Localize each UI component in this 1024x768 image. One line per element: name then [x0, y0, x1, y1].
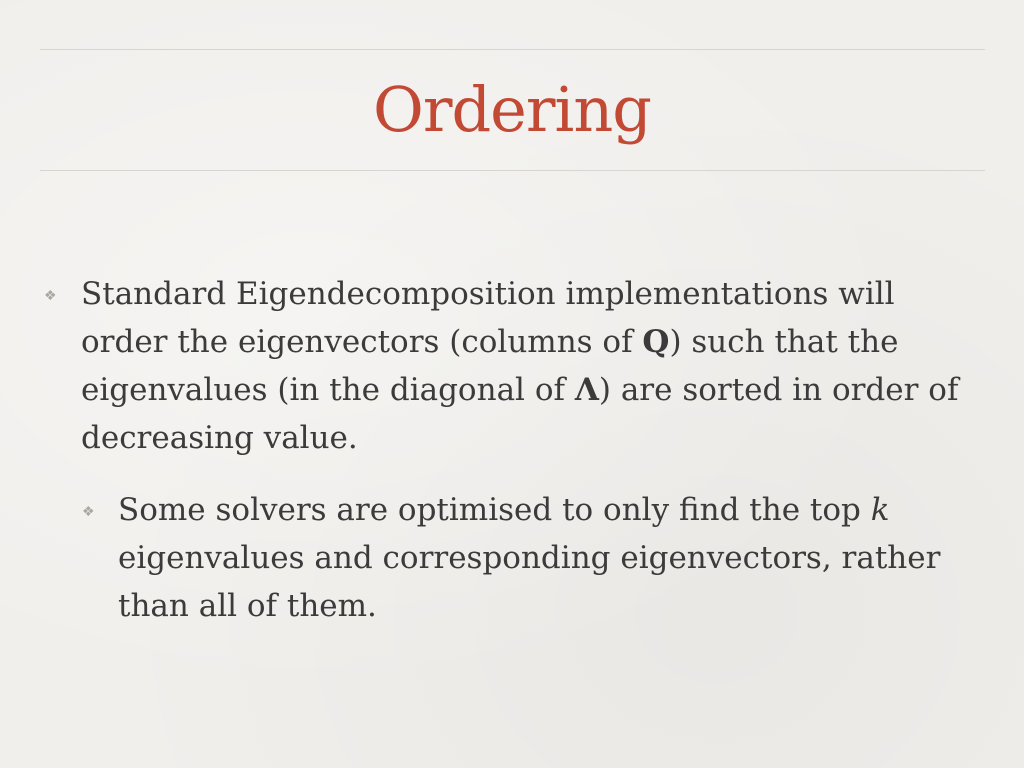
sub-bullet-marker-icon: ❖ [82, 504, 95, 520]
top-divider [40, 49, 985, 50]
slide: Ordering ❖ Standard Eigendecomposition i… [0, 0, 1024, 768]
bullet-text: eigenvalues and corresponding eigenvecto… [118, 540, 941, 624]
sub-bullet-point: Some solvers are optimised to only find … [118, 486, 978, 630]
bullet-point: Standard Eigendecomposition implementati… [81, 270, 981, 462]
matrix-q-symbol: Q [642, 324, 670, 360]
variable-k: k [870, 492, 890, 528]
matrix-lambda-symbol: Λ [574, 372, 599, 408]
bullet-text: Some solvers are optimised to only find … [118, 492, 871, 528]
bullet-marker-icon: ❖ [44, 288, 57, 304]
title-divider [40, 170, 985, 171]
slide-title: Ordering [373, 73, 652, 146]
